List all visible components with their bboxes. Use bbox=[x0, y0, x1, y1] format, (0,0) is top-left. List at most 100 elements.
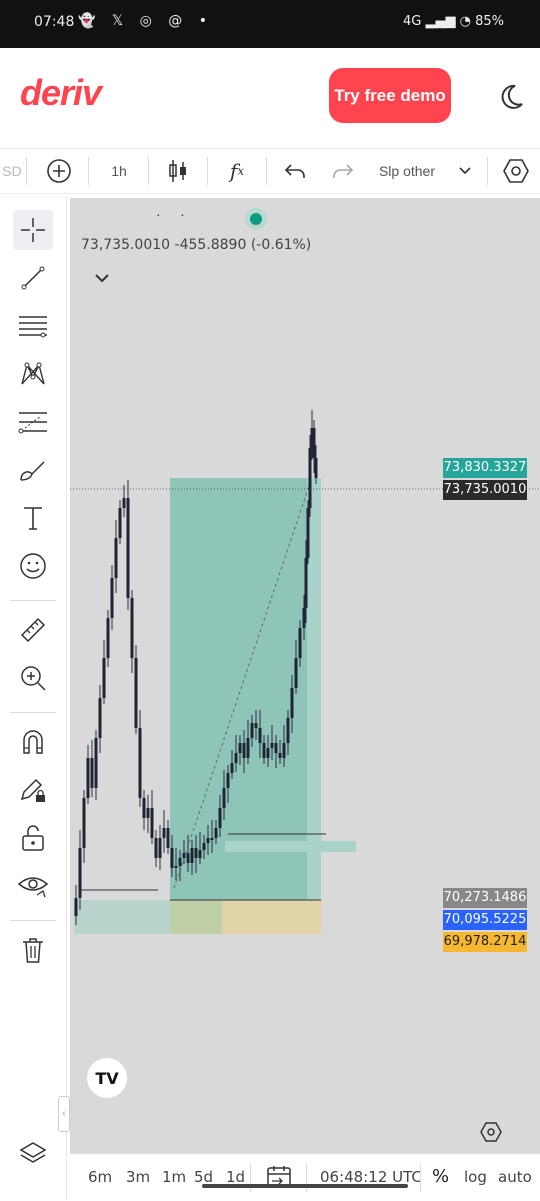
chart-settings-icon[interactable] bbox=[480, 1122, 502, 1147]
candle-body bbox=[162, 828, 166, 838]
candle-body bbox=[74, 898, 78, 916]
brush-icon[interactable] bbox=[13, 450, 53, 490]
percent-toggle[interactable]: % bbox=[432, 1166, 449, 1187]
candle-body bbox=[234, 753, 238, 763]
candle-body bbox=[174, 866, 178, 868]
hexagon-settings-icon[interactable] bbox=[500, 155, 532, 187]
collapse-chevron-icon[interactable] bbox=[94, 270, 110, 288]
candle-body bbox=[214, 828, 218, 838]
unlock-icon[interactable] bbox=[13, 818, 53, 858]
template-selector[interactable]: Slp other bbox=[372, 155, 442, 187]
home-indicator bbox=[202, 1184, 408, 1188]
drawing-toolbar: ‹ bbox=[0, 196, 70, 1200]
candle-body bbox=[154, 838, 158, 858]
price-chart[interactable] bbox=[70, 198, 540, 1153]
candle-body bbox=[290, 688, 294, 718]
candle-body bbox=[242, 743, 246, 758]
trash-icon[interactable] bbox=[13, 930, 53, 970]
battery-level: 85% bbox=[475, 14, 504, 29]
range-1m[interactable]: 1m bbox=[162, 1168, 186, 1186]
candle-body bbox=[314, 458, 318, 478]
dot-icon: • bbox=[198, 13, 214, 29]
eye-icon[interactable] bbox=[13, 866, 53, 906]
market-status-icon bbox=[245, 208, 267, 230]
candle-body bbox=[202, 843, 206, 850]
candle-body bbox=[226, 773, 230, 788]
candle-body bbox=[286, 718, 290, 743]
yellow-price-label: 69,978.2714 bbox=[443, 932, 527, 952]
snapchat-icon: 👻 bbox=[78, 13, 102, 29]
magnet-icon[interactable] bbox=[13, 722, 53, 762]
range-6m[interactable]: 6m bbox=[88, 1168, 112, 1186]
candle-body bbox=[118, 508, 122, 538]
log-toggle[interactable]: log bbox=[464, 1168, 487, 1186]
fx-icon[interactable]: fx bbox=[222, 155, 252, 187]
zoom-in-icon[interactable] bbox=[13, 658, 53, 698]
moon-icon[interactable] bbox=[496, 82, 526, 112]
candle-body bbox=[158, 838, 162, 858]
interval-selector[interactable]: 1h bbox=[104, 155, 134, 187]
candle-body bbox=[166, 828, 170, 848]
candle-body bbox=[170, 848, 174, 868]
candle-body bbox=[254, 723, 258, 728]
candle-body bbox=[150, 808, 154, 838]
crosshair-icon[interactable] bbox=[13, 210, 53, 250]
candle-body bbox=[146, 808, 150, 818]
chart-area[interactable]: · · TV bbox=[70, 198, 540, 1153]
candle-body bbox=[110, 578, 114, 618]
candle-body bbox=[218, 808, 222, 828]
candle-body bbox=[278, 753, 282, 758]
candlestick-icon[interactable] bbox=[163, 155, 193, 187]
candle-body bbox=[246, 738, 250, 758]
candle-body bbox=[178, 858, 182, 866]
x-icon: 𝕏 bbox=[111, 13, 130, 29]
ruler-icon[interactable] bbox=[13, 610, 53, 650]
network-type: 4G bbox=[402, 14, 422, 29]
candle-body bbox=[190, 848, 194, 863]
try-free-demo-button[interactable]: Try free demo bbox=[329, 68, 451, 123]
candle-body bbox=[134, 658, 138, 728]
threads-icon: @ bbox=[168, 13, 189, 29]
chart-toolbar: SD 1h fx Slp other bbox=[0, 148, 540, 194]
candle-body bbox=[106, 618, 110, 658]
candle-body bbox=[294, 658, 298, 688]
candle-body bbox=[114, 538, 118, 578]
small-zone bbox=[225, 841, 356, 852]
candle-body bbox=[206, 838, 210, 843]
candle-body bbox=[306, 508, 310, 558]
candle-body bbox=[238, 743, 242, 753]
bottom-bar: 6m 3m 1m 5d 1d 06:48:12 UTC % log auto bbox=[70, 1153, 540, 1201]
tradingview-logo[interactable]: TV bbox=[87, 1058, 127, 1098]
range-3m[interactable]: 3m bbox=[126, 1168, 150, 1186]
candle-body bbox=[78, 848, 82, 898]
whatsapp-icon: ◎ bbox=[139, 13, 158, 29]
pattern-icon[interactable] bbox=[13, 354, 53, 394]
candle-body bbox=[126, 498, 130, 598]
candle-body bbox=[102, 658, 106, 698]
chevron-down-icon[interactable] bbox=[454, 155, 476, 187]
auto-toggle[interactable]: auto bbox=[498, 1168, 532, 1186]
forecast-icon[interactable] bbox=[13, 402, 53, 442]
emoji-icon[interactable] bbox=[13, 546, 53, 586]
fib-lines-icon[interactable] bbox=[13, 306, 53, 346]
series-dots: · · bbox=[156, 206, 185, 222]
candle-body bbox=[222, 788, 226, 808]
layers-icon[interactable] bbox=[13, 1134, 53, 1174]
plus-circle-icon[interactable] bbox=[44, 155, 74, 187]
symbol-fragment[interactable]: SD bbox=[0, 155, 24, 187]
candle-body bbox=[312, 428, 316, 458]
trend-line-icon[interactable] bbox=[13, 258, 53, 298]
calendar-arrow-icon[interactable] bbox=[266, 1164, 292, 1195]
text-icon[interactable] bbox=[13, 498, 53, 538]
undo-icon[interactable] bbox=[280, 155, 310, 187]
loss-zone-overlap bbox=[170, 900, 222, 934]
candle-body bbox=[198, 850, 202, 858]
pencil-lock-icon[interactable] bbox=[13, 770, 53, 810]
deriv-logo[interactable]: deriv bbox=[20, 72, 102, 114]
candle-body bbox=[298, 628, 302, 658]
candle-body bbox=[274, 743, 278, 753]
rail-collapse-handle[interactable]: ‹ bbox=[58, 1096, 70, 1132]
gray-price-label: 70,273.1486 bbox=[443, 888, 527, 908]
redo-icon[interactable] bbox=[328, 155, 358, 187]
candle-body bbox=[302, 608, 306, 628]
